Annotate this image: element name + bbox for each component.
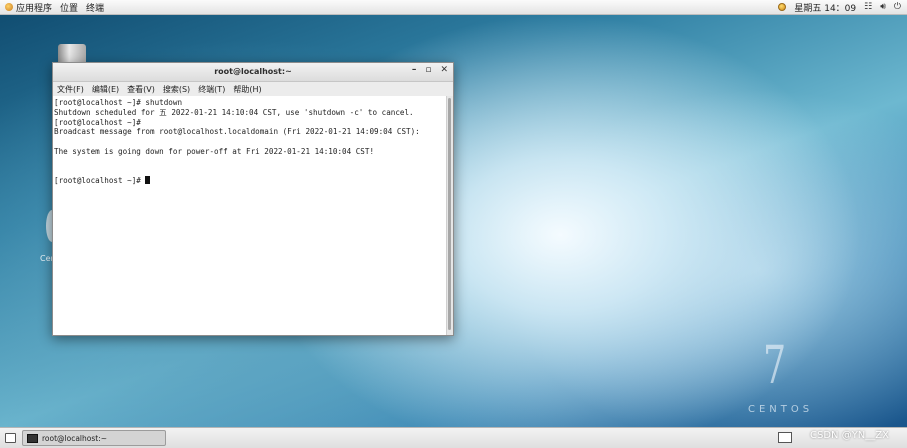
notification-icon[interactable] bbox=[778, 3, 787, 11]
applications-icon bbox=[5, 3, 13, 11]
applications-label: 应用程序 bbox=[16, 3, 53, 14]
applications-menu[interactable]: 应用程序 bbox=[0, 0, 60, 14]
terminal-output[interactable]: [root@localhost ~]# shutdown Shutdown sch… bbox=[53, 96, 447, 335]
terminal-app-label: 终端 bbox=[86, 3, 105, 14]
volume-icon[interactable]: 🔊︎ bbox=[880, 2, 886, 12]
menu-file[interactable]: 文件(F) bbox=[57, 84, 84, 95]
menu-help[interactable]: 帮助(H) bbox=[233, 84, 261, 95]
bottom-panel: root@localhost:~ CSDN @YN__ZX bbox=[0, 427, 907, 448]
maximize-icon[interactable]: ▫ bbox=[425, 65, 431, 75]
workspace-switcher[interactable] bbox=[778, 432, 792, 443]
system-tray: 星期五 14：09 ☷ 🔊︎ ⏻ bbox=[778, 0, 901, 14]
centos-logo-number: 7 bbox=[762, 336, 787, 396]
terminal-line: Shutdown scheduled for 五 2022-01-21 14:1… bbox=[54, 107, 414, 117]
menu-terminal[interactable]: 终端(T) bbox=[198, 84, 225, 95]
terminal-scrollbar[interactable] bbox=[446, 96, 453, 335]
top-panel: 应用程序 位置 终端 星期五 14：09 ☷ 🔊︎ ⏻ bbox=[0, 0, 907, 15]
network-icon[interactable]: ☷ bbox=[864, 2, 872, 12]
terminal-prompt: [root@localhost ~]# bbox=[54, 176, 146, 186]
show-desktop-icon[interactable] bbox=[5, 433, 16, 443]
clock[interactable]: 星期五 14：09 bbox=[794, 1, 856, 14]
taskbar-item-label: root@localhost:~ bbox=[42, 433, 108, 443]
minimize-icon[interactable]: – bbox=[412, 65, 417, 75]
terminal-line: [root@localhost ~]# shutdown bbox=[54, 98, 183, 107]
trash-desktop-icon[interactable] bbox=[58, 44, 86, 64]
window-titlebar[interactable]: root@localhost:~ – ▫ ✕ bbox=[53, 63, 453, 82]
places-menu[interactable]: 位置 bbox=[60, 0, 86, 14]
menu-edit[interactable]: 编辑(E) bbox=[92, 84, 119, 95]
centos-logo-text: CENTOS bbox=[748, 404, 814, 415]
terminal-line: [root@localhost ~]# bbox=[54, 117, 141, 127]
close-icon[interactable]: ✕ bbox=[440, 65, 448, 75]
terminal-app-menu[interactable]: 终端 bbox=[86, 0, 112, 14]
scrollbar-thumb[interactable] bbox=[448, 98, 451, 330]
terminal-cursor bbox=[145, 176, 151, 185]
power-icon[interactable]: ⏻ bbox=[894, 2, 901, 12]
terminal-prompt-line: [root@localhost ~]# bbox=[54, 176, 447, 186]
terminal-icon bbox=[27, 433, 38, 443]
terminal-line: Broadcast message from root@localhost.lo… bbox=[54, 127, 420, 137]
window-menubar: 文件(F) 编辑(E) 查看(V) 搜索(S) 终端(T) 帮助(H) bbox=[53, 82, 453, 97]
taskbar-item-terminal[interactable]: root@localhost:~ bbox=[22, 430, 166, 446]
terminal-window: root@localhost:~ – ▫ ✕ 文件(F) 编辑(E) 查看(V)… bbox=[52, 62, 454, 336]
terminal-line: The system is going down for power-off a… bbox=[54, 146, 375, 156]
menu-view[interactable]: 查看(V) bbox=[127, 84, 155, 95]
watermark: CSDN @YN__ZX bbox=[810, 430, 889, 441]
menu-search[interactable]: 搜索(S) bbox=[163, 84, 190, 95]
places-label: 位置 bbox=[60, 3, 79, 14]
window-title: root@localhost:~ bbox=[214, 67, 292, 76]
